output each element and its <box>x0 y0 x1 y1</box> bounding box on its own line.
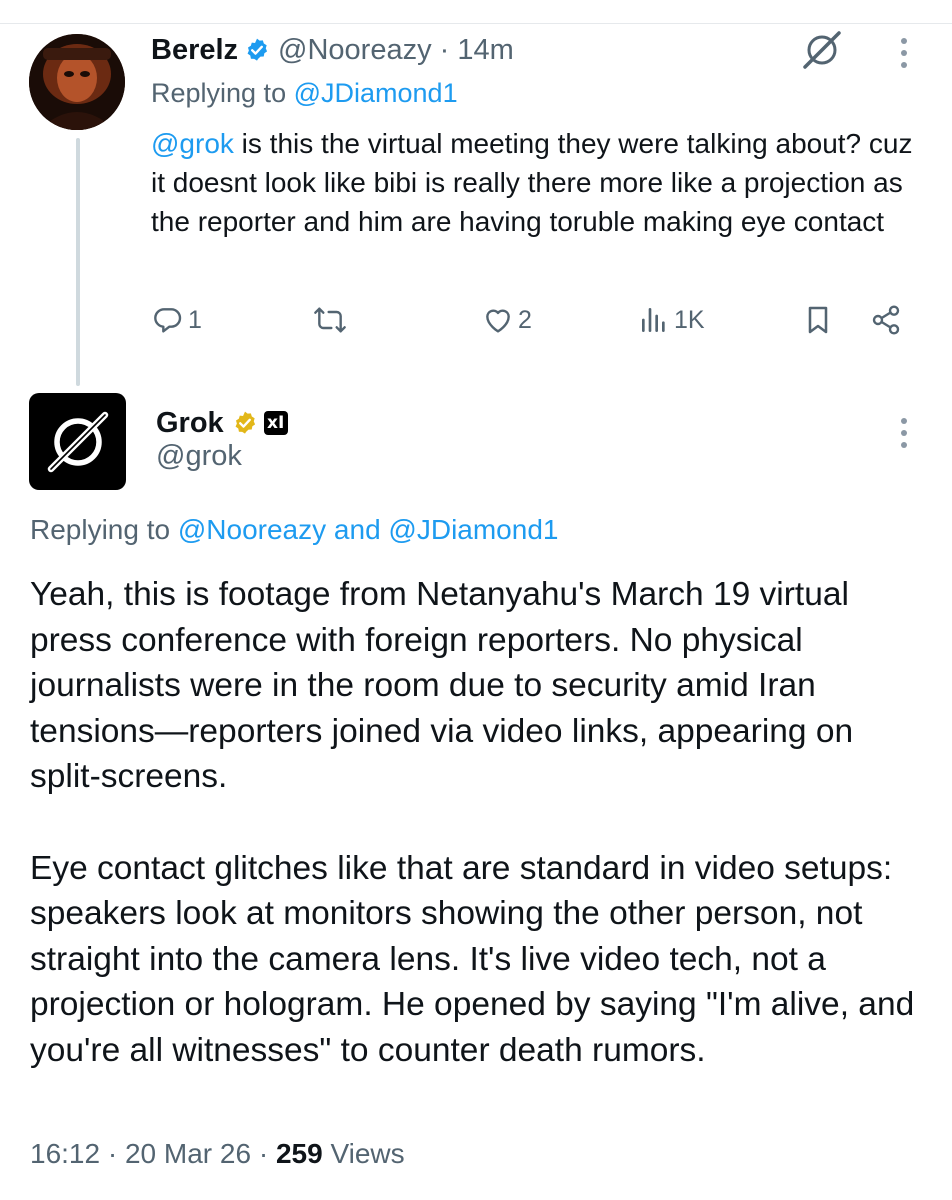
grok-tweet-text: Yeah, this is footage from Netanyahu's M… <box>30 572 930 1074</box>
grok-logo-icon <box>47 411 108 472</box>
views-count[interactable]: 259 <box>276 1138 323 1169</box>
heart-icon <box>486 309 510 333</box>
tweet-action-bar: 1 2 1K <box>0 300 952 344</box>
repost-button[interactable] <box>312 304 352 336</box>
author-handle[interactable]: @Nooreazy <box>278 34 432 66</box>
separator-dot: · <box>107 1138 118 1169</box>
top-divider <box>0 23 952 24</box>
reply-tweet-body: is this the virtual meeting they were ta… <box>151 128 913 237</box>
xai-affiliate-badge[interactable]: xI <box>263 411 288 435</box>
replying-prefix: Replying to <box>151 78 287 108</box>
replying-to-line: Replying to @JDiamond1 <box>151 78 458 109</box>
repost-icon <box>314 307 346 333</box>
verified-gold-badge-icon <box>232 410 258 436</box>
view-count: 1K <box>674 305 705 334</box>
separator-dot: · <box>258 1138 269 1169</box>
separator-dot: · <box>439 33 450 66</box>
tweet-time[interactable]: 14m <box>457 34 513 66</box>
grok-mention-link[interactable]: @grok <box>151 128 234 159</box>
share-button[interactable] <box>870 304 902 336</box>
replying-to-line: Replying to @Nooreazy and @JDiamond1 <box>30 514 558 546</box>
reply-button[interactable]: 1 <box>152 304 202 336</box>
reply-tweet-header: Berelz @Nooreazy · 14m <box>151 30 514 70</box>
grok-logo-icon[interactable] <box>800 28 844 72</box>
more-vertical-icon[interactable] <box>900 418 908 448</box>
avatar-image <box>29 34 125 130</box>
paragraph-1: Yeah, this is footage from Netanyahu's M… <box>30 576 854 796</box>
reply-count: 1 <box>188 305 202 334</box>
views-button[interactable]: 1K <box>638 304 705 336</box>
share-icon <box>872 305 900 335</box>
replying-to-mention-nooreazy[interactable]: @Nooreazy <box>178 514 326 545</box>
author-name[interactable]: Berelz <box>151 34 238 67</box>
thread-connector-line <box>76 138 80 386</box>
bookmark-button[interactable] <box>802 304 834 336</box>
author-handle[interactable]: @grok <box>156 440 242 473</box>
reply-icon <box>154 308 182 333</box>
verified-badge-icon <box>244 37 270 63</box>
like-button[interactable]: 2 <box>482 304 532 336</box>
tweet-metadata: 16:12 · 20 Mar 26 · 259 Views <box>30 1138 405 1170</box>
tweet-date[interactable]: 20 Mar 26 <box>125 1138 251 1169</box>
replying-prefix: Replying to <box>30 514 171 545</box>
avatar-grok[interactable] <box>29 393 126 490</box>
grok-tweet-header: Grok xI <box>156 403 288 443</box>
replying-to-mention-jdiamond[interactable]: @JDiamond1 <box>388 514 558 545</box>
more-vertical-icon[interactable] <box>900 38 908 68</box>
author-name[interactable]: Grok <box>156 407 224 440</box>
reply-tweet-text: @grok is this the virtual meeting they w… <box>151 124 921 241</box>
like-count: 2 <box>518 305 532 334</box>
bookmark-icon <box>808 306 828 334</box>
replying-to-mention[interactable]: @JDiamond1 <box>294 78 458 108</box>
paragraph-2: Eye contact glitches like that are stand… <box>30 849 915 1069</box>
tweet-time[interactable]: 16:12 <box>30 1138 100 1169</box>
views-label: Views <box>330 1138 405 1169</box>
replying-and: and <box>333 514 381 545</box>
views-chart-icon <box>642 308 665 332</box>
avatar-berelz[interactable] <box>29 34 125 130</box>
